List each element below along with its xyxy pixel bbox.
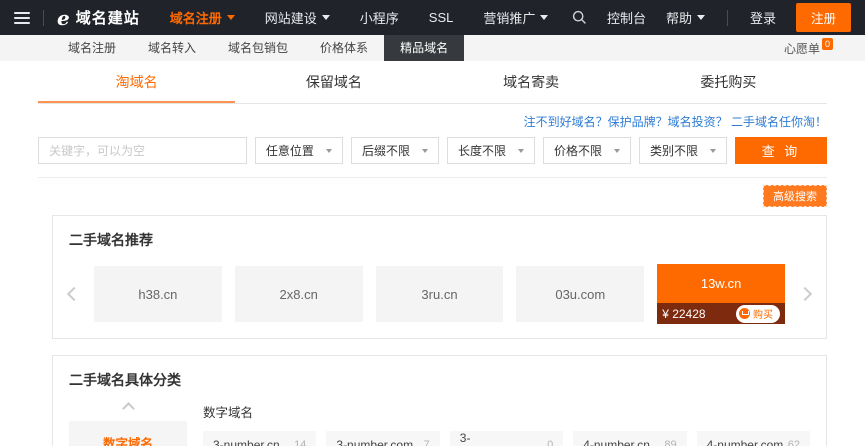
category-section-title: 数字域名 [203, 402, 810, 421]
logo-e-icon: e [57, 8, 70, 28]
nav-item-ssl[interactable]: SSL [429, 10, 454, 25]
buy-button[interactable]: 购买 [736, 305, 780, 323]
login-link[interactable]: 登录 [750, 8, 776, 27]
domain-card[interactable]: h38.cn [94, 266, 222, 322]
category-cell[interactable]: 4-number.cn 89 [573, 431, 686, 446]
caret-down-icon [540, 15, 548, 20]
scroll-up-icon[interactable] [122, 402, 135, 415]
tab-domain-consign[interactable]: 域名寄卖 [433, 61, 630, 103]
subnav-premium-domains[interactable]: 精品域名 [384, 35, 464, 61]
caret-down-icon [322, 15, 330, 20]
category-cell[interactable]: 3-number.com 7 [326, 431, 439, 446]
tab-reserved-domain[interactable]: 保留域名 [235, 61, 432, 103]
advanced-search-button[interactable]: 高级搜索 [763, 185, 827, 207]
recommend-title: 二手域名推荐 [69, 230, 810, 250]
category-panel: 数字域名 拼音域名 [69, 421, 187, 446]
promo-link[interactable]: 注不到好域名？保护品牌？域名投资？ 二手域名任你淘！ [38, 113, 827, 130]
caret-down-icon [710, 149, 716, 153]
navbar-divider [43, 10, 44, 26]
caret-down-icon [227, 15, 235, 20]
filter-position-dropdown[interactable]: 任意位置 [255, 137, 343, 164]
wishlist-link[interactable]: 心愿单 0 [784, 40, 833, 57]
navbar-divider [727, 10, 728, 26]
carousel-prev-icon[interactable] [67, 287, 81, 301]
recommend-card: 二手域名推荐 h38.cn 2x8.cn 3ru.cn 03u.com 13w.… [52, 215, 827, 339]
main-menu: 域名注册 网站建设 小程序 SSL 营销推广 [170, 8, 549, 27]
sub-navbar: 域名注册 域名转入 域名包销包 价格体系 精品域名 心愿单 0 [0, 35, 865, 61]
top-navbar: e 域名建站 域名注册 网站建设 小程序 SSL 营销推广 控制台 帮助 [0, 0, 865, 35]
nav-item-website-build[interactable]: 网站建设 [265, 8, 330, 27]
brand-name: 域名建站 [76, 7, 140, 28]
search-bar: 任意位置 后缀不限 长度不限 价格不限 类别不限 查 询 [38, 137, 827, 164]
console-link[interactable]: 控制台 [607, 8, 646, 27]
category-numeric[interactable]: 数字域名 [69, 431, 187, 446]
subnav-price-list[interactable]: 价格体系 [304, 35, 384, 61]
category-cell[interactable]: 4-number.com 62 [697, 431, 810, 446]
caret-down-icon [326, 149, 332, 153]
hamburger-menu-icon[interactable] [14, 12, 30, 24]
caret-down-icon [697, 15, 705, 20]
price-bar: ¥ 22428 购买 [657, 303, 785, 324]
nav-item-domain-register[interactable]: 域名注册 [170, 8, 235, 27]
caret-down-icon [518, 149, 524, 153]
caret-down-icon [614, 149, 620, 153]
filter-category-dropdown[interactable]: 类别不限 [639, 137, 727, 164]
filter-price-dropdown[interactable]: 价格不限 [543, 137, 631, 164]
domain-card[interactable]: 03u.com [516, 266, 644, 322]
wishlist-count-badge: 0 [822, 38, 833, 50]
carousel-next-icon[interactable] [798, 287, 812, 301]
help-menu[interactable]: 帮助 [666, 8, 705, 27]
filter-suffix-dropdown[interactable]: 后缀不限 [351, 137, 439, 164]
recommend-carousel: h38.cn 2x8.cn 3ru.cn 03u.com 13w.cn ¥ 22… [69, 264, 810, 324]
domain-tabs: 淘域名 保留域名 域名寄卖 委托购买 [38, 61, 827, 104]
tab-tao-domain[interactable]: 淘域名 [38, 61, 235, 103]
category-cell[interactable]: 3-number.com.cn 0 [450, 431, 563, 446]
category-sidebar: 数字域名 拼音域名 [69, 400, 187, 446]
query-button[interactable]: 查 询 [735, 137, 827, 164]
nav-item-marketing[interactable]: 营销推广 [483, 8, 548, 27]
nav-item-miniprogram[interactable]: 小程序 [360, 8, 399, 27]
caret-down-icon [422, 149, 428, 153]
register-button[interactable]: 注册 [796, 3, 851, 32]
domain-price: ¥ 22428 [662, 307, 705, 321]
domain-card-highlighted[interactable]: 13w.cn ¥ 22428 购买 [657, 264, 785, 324]
keyword-input[interactable] [38, 137, 247, 164]
categories-title: 二手域名具体分类 [69, 370, 810, 390]
subnav-domain-package[interactable]: 域名包销包 [212, 35, 304, 61]
category-cell[interactable]: 3-number.cn 14 [203, 431, 316, 446]
categories-card: 二手域名具体分类 数字域名 拼音域名 数字域名 3-number.cn 14 3… [52, 355, 827, 446]
tab-entrust-purchase[interactable]: 委托购买 [630, 61, 827, 103]
navbar-right: 控制台 帮助 登录 注册 [572, 3, 851, 32]
buy-cart-icon [739, 308, 750, 319]
search-icon[interactable] [572, 10, 587, 25]
logo[interactable]: e 域名建站 [57, 7, 140, 28]
domain-card[interactable]: 2x8.cn [235, 266, 363, 322]
filter-length-dropdown[interactable]: 长度不限 [447, 137, 535, 164]
category-content: 数字域名 3-number.cn 14 3-number.com 7 3-num… [187, 400, 810, 446]
domain-name: 13w.cn [657, 264, 785, 303]
section-divider [38, 177, 827, 178]
subnav-domain-register[interactable]: 域名注册 [52, 35, 132, 61]
category-grid: 3-number.cn 14 3-number.com 7 3-number.c… [203, 431, 810, 446]
domain-card[interactable]: 3ru.cn [376, 266, 504, 322]
subnav-domain-transfer[interactable]: 域名转入 [132, 35, 212, 61]
